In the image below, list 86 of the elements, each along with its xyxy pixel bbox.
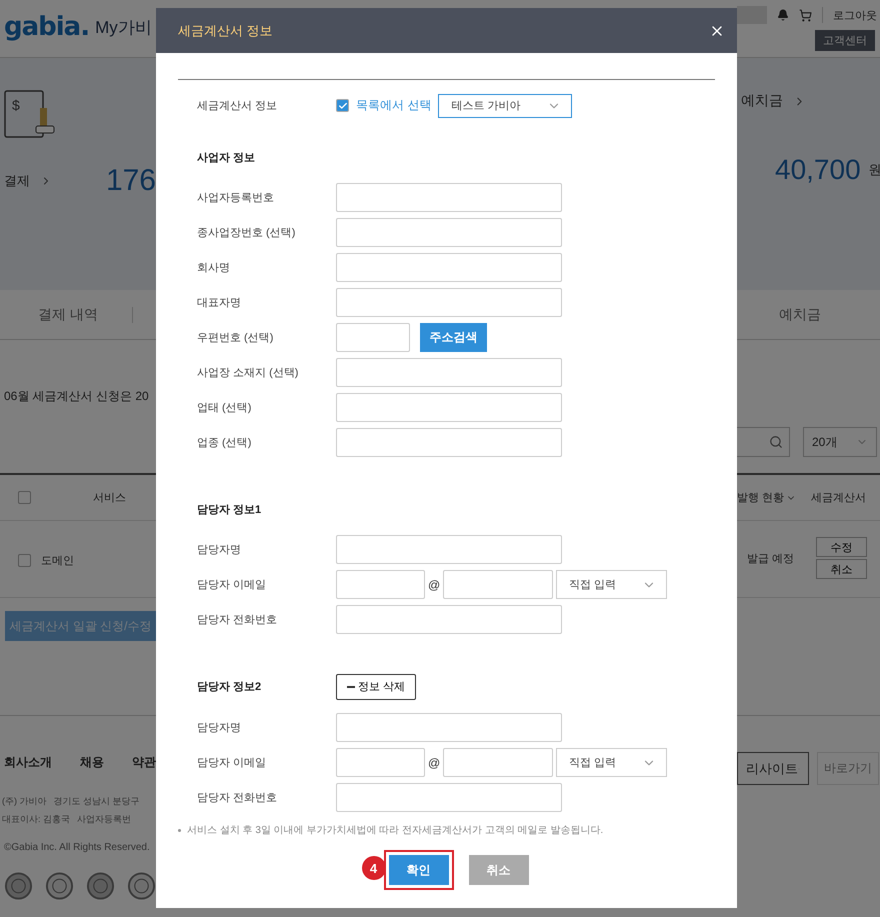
gabia-logo: gabia. [4, 12, 90, 42]
checkbox[interactable] [18, 491, 31, 504]
field-label: 종사업장번호 (선택) [197, 226, 296, 240]
copyright: ©Gabia Inc. All Rights Reserved. [4, 842, 150, 853]
checkbox-label: 목록에서 선택 [356, 97, 432, 114]
text-field[interactable] [336, 783, 562, 812]
email-domain-field[interactable] [443, 570, 554, 599]
field-label: 업태 (선택) [197, 401, 252, 415]
email-local-field[interactable] [336, 570, 425, 599]
cancel-button[interactable]: 취소 [468, 855, 528, 885]
section-title: 사업자 정보 [197, 151, 256, 165]
deposit-link[interactable]: 예치금 [741, 92, 783, 110]
go-button[interactable]: 바로가기 [817, 752, 879, 785]
search-icon [769, 435, 783, 449]
field-label: 세금계산서 정보 [197, 99, 278, 113]
field-label: 담당자 전화번호 [197, 613, 278, 627]
footer-link[interactable]: 채용 [80, 754, 104, 771]
field-label: 사업자등록번호 [197, 191, 275, 205]
field-label: 담당자명 [197, 543, 242, 557]
column-header: 발행 현황 [737, 491, 784, 505]
confirm-button[interactable]: 확인 [384, 850, 454, 890]
column-header: 세금계산서 [811, 491, 866, 505]
step-badge: 4 [362, 856, 386, 880]
column-header: 서비스 [93, 491, 126, 505]
text-field[interactable] [336, 713, 562, 742]
text-field[interactable] [336, 535, 562, 564]
text-field[interactable] [336, 358, 562, 387]
email-domain-select[interactable]: 직접 입력 [556, 748, 668, 777]
section-title: 담당자 정보1 [197, 503, 262, 517]
footer-link[interactable]: 회사소개 [4, 754, 52, 771]
text-field[interactable] [336, 183, 562, 212]
bullet-icon [178, 828, 181, 832]
postcode-field[interactable] [336, 323, 410, 352]
logout-link[interactable]: 로그아웃 [833, 8, 877, 22]
deposit-amount: 40,700 [775, 154, 861, 186]
payment-link[interactable]: 결제 [4, 172, 30, 190]
page-size-select[interactable]: 20개 [803, 427, 877, 457]
company-info: 사업자등록번 [77, 813, 132, 826]
company-info: 경기도 성남시 분당구 [54, 795, 140, 808]
payment-amount: 176 [106, 164, 156, 198]
email-domain-field[interactable] [443, 748, 554, 777]
at-sign: @ [428, 756, 440, 770]
text-field[interactable] [336, 288, 562, 317]
invoice-select[interactable]: 테스트 가비아 [438, 94, 572, 118]
address-search-button[interactable]: 주소검색 [420, 323, 487, 352]
company-info: 대표이사: 김홍국 [2, 813, 70, 826]
tab[interactable]: 결제 내역 [38, 306, 98, 324]
minus-icon [347, 686, 355, 688]
field-label: 사업장 소재지 (선택) [197, 366, 300, 380]
field-label: 대표자명 [197, 296, 242, 310]
text-field[interactable] [336, 428, 562, 457]
checkbox[interactable] [18, 554, 31, 567]
bell-icon[interactable] [777, 9, 789, 21]
field-label: 업종 (선택) [197, 436, 252, 450]
dialog-title: 세금계산서 정보 [178, 22, 273, 40]
table-cell-text: 도메인 [41, 554, 74, 568]
search-field[interactable] [737, 427, 790, 457]
footer-link[interactable]: 약관 [132, 754, 156, 771]
currency-unit: 원 [868, 161, 880, 179]
field-label: 담당자 이메일 [197, 756, 268, 770]
checkbox[interactable] [336, 99, 349, 112]
cart-icon[interactable] [799, 8, 812, 22]
field-label: 우편번호 (선택) [197, 331, 274, 345]
text-field[interactable] [336, 605, 562, 634]
email-domain-select[interactable]: 직접 입력 [556, 570, 668, 599]
email-local-field[interactable] [336, 748, 425, 777]
field-label: 회사명 [197, 261, 231, 275]
row-action-button[interactable]: 수정 [816, 537, 867, 557]
row-action-button[interactable]: 취소 [816, 559, 867, 579]
table-cell-text: 발급 예정 [747, 552, 794, 566]
text-field[interactable] [336, 393, 562, 422]
text-field[interactable] [336, 253, 562, 282]
text-field[interactable] [336, 218, 562, 247]
site-title: My가비 [95, 16, 152, 38]
field-label: 담당자 전화번호 [197, 791, 278, 805]
family-site-select[interactable]: 리사이트 [737, 752, 809, 785]
notice-text: 06월 세금계산서 신청은 20 [4, 388, 149, 405]
tab[interactable]: 예치금 [779, 306, 821, 324]
at-sign: @ [428, 578, 440, 592]
delete-info-button[interactable]: 정보 삭제 [336, 674, 416, 700]
field-label: 담당자명 [197, 721, 242, 735]
field-label: 담당자 이메일 [197, 578, 268, 592]
section-title: 담당자 정보2 [197, 680, 262, 694]
support-button[interactable]: 고객센터 [815, 30, 875, 51]
company-info: (주) 가비아 [2, 795, 46, 808]
notice-text: 서비스 설치 후 3일 이내에 부가가치세법에 따라 전자세금계산서가 고객의 메일로 발송됩니다. [187, 824, 604, 837]
